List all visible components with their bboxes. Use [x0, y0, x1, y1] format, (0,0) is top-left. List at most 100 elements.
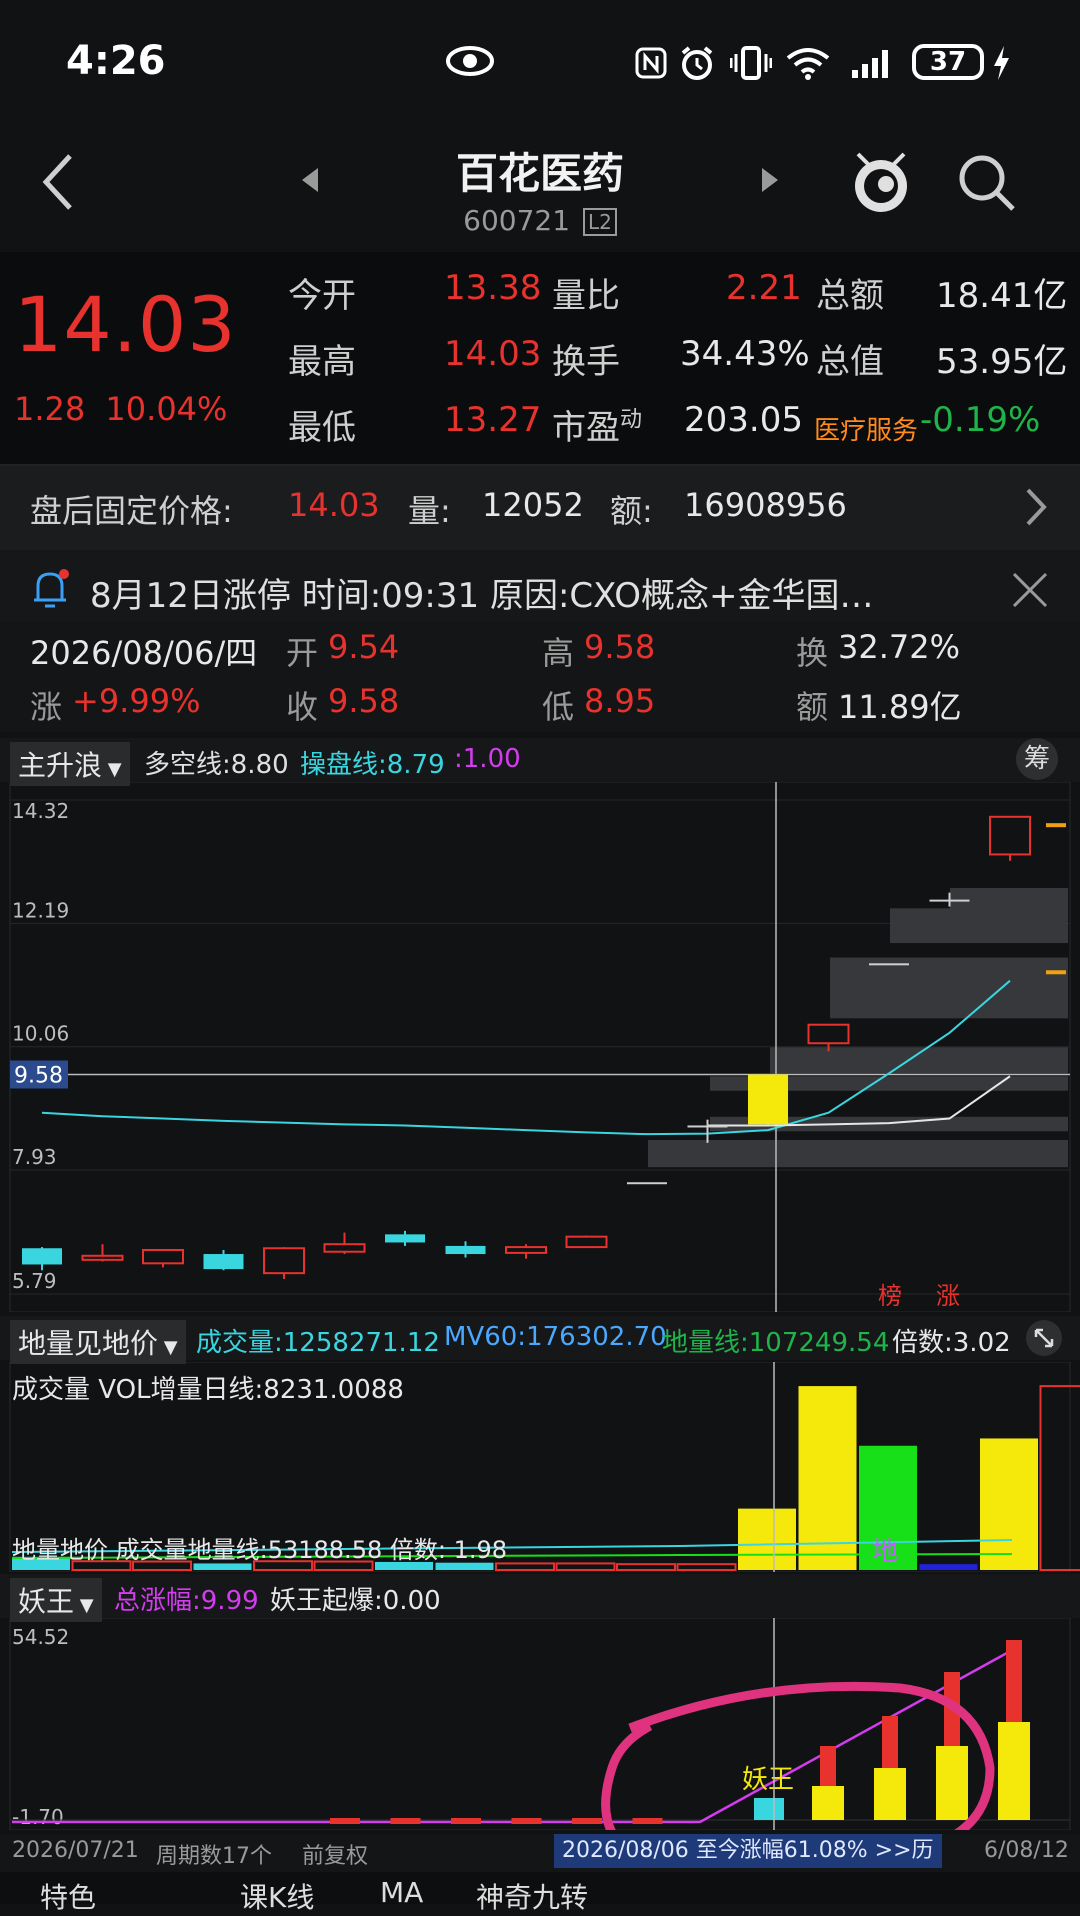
range-gain-link[interactable]: 2026/08/06 至今涨幅61.08% >>历 [554, 1834, 942, 1868]
candle-body [22, 1248, 62, 1264]
kline-low: 8.95 [584, 682, 655, 720]
chart-footer: 2026/07/21 周期数17个 前复权 2026/08/06 至今涨幅61.… [0, 1834, 1080, 1872]
candle-body [990, 817, 1030, 855]
volume-overlay-text-2: 地量地价 成交量地量线:53188.58 倍数: 1.98 [12, 1536, 507, 1564]
volume-bar [920, 1564, 978, 1570]
sector-name[interactable]: 医疗服务 [814, 410, 918, 447]
mv60-value: MV60:176302.70 [444, 1322, 667, 1352]
close-icon[interactable] [1010, 570, 1050, 610]
pe-superscript: 动 [620, 408, 642, 433]
yao-indicator-bar: 妖王 ▼ 总涨幅:9.99 妖王起爆:0.00 [0, 1574, 1080, 1618]
dropdown-icon: ▼ [102, 759, 122, 780]
volume-indicator-bar: 地量见地价 ▼ 成交量:1258271.12 MV60:176302.70 地量… [0, 1316, 1080, 1360]
kline-high-label: 高 [542, 628, 574, 674]
next-stock-icon[interactable] [758, 164, 782, 196]
kline-low-label: 低 [542, 682, 574, 728]
total-gain-value: 9.99 [201, 1586, 259, 1616]
yao-burst: 妖王起爆:0.00 [270, 1580, 441, 1617]
main-indicator-selector[interactable]: 主升浪 ▼ [10, 742, 130, 786]
high-marker [1046, 823, 1066, 827]
yao-yellow-bar [874, 1768, 906, 1820]
amount-value: 18.41亿 [936, 268, 1067, 317]
volume-overlay-text: 成交量 VOL增量日线:8231.0088 [12, 1375, 404, 1405]
after-hours-price: 14.03 [288, 486, 380, 524]
high-value: 14.03 [444, 334, 541, 374]
turnover-label: 换手 [552, 334, 620, 383]
low-value: 13.27 [444, 400, 541, 440]
yao-burst-label: 妖王起爆: [270, 1586, 383, 1616]
yao-small-bar [451, 1818, 481, 1824]
yao-red-bar [1006, 1640, 1022, 1722]
volume-chart[interactable]: 成交量 VOL增量日线:8231.0088 地量地价 成交量地量线:53188.5… [0, 1362, 1080, 1572]
yao-chart[interactable]: 54.52-1.70妖王 [0, 1618, 1080, 1830]
adjust-mode[interactable]: 前复权 [302, 1838, 368, 1870]
period-count: 周期数17个 [156, 1838, 272, 1870]
kline-chg: +9.99% [72, 682, 200, 720]
chip-bar [950, 888, 1068, 909]
volume-number: 1258271.12 [283, 1328, 440, 1358]
chip-bar [770, 1047, 1068, 1073]
volume-bar [194, 1563, 252, 1570]
stock-code-text: 600721 [463, 204, 570, 237]
alert-text: 8月12日涨停 时间:09:31 原因:CXO概念+金华国… [90, 568, 874, 617]
bang-label: 榜 [878, 1282, 902, 1310]
yao-yellow-bar [812, 1786, 844, 1820]
last-price: 14.03 [14, 280, 237, 369]
main-indicator-bar: 主升浪 ▼ 多空线:8.80 操盘线:8.79 :1.00 筹 [0, 738, 1080, 782]
after-hours-bar[interactable]: 盘后固定价格: 14.03 量: 12052 额: 16908956 [0, 464, 1080, 550]
crosshair-price-label: 9.58 [14, 1064, 63, 1089]
pe-value: 203.05 [684, 400, 803, 440]
y-tick-label: 54.52 [12, 1625, 69, 1649]
stock-code: 600721 L2 [0, 204, 1080, 237]
battery-level: 37 [912, 44, 984, 80]
mult-number: 3.02 [953, 1328, 1011, 1358]
yao-small-bar [391, 1818, 421, 1824]
sector-change: -0.19% [920, 400, 1040, 440]
volume-indicator-selector[interactable]: 地量见地价 ▼ [10, 1320, 186, 1364]
cp-value: 8.79 [387, 750, 445, 780]
ratio-value: :1.00 [454, 744, 521, 774]
after-hours-label: 盘后固定价格: [30, 486, 233, 532]
yao-mark-label: 妖王 [742, 1765, 794, 1795]
after-hours-amt: 16908956 [684, 486, 847, 524]
yao-indicator-selector[interactable]: 妖王 ▼ [10, 1578, 102, 1622]
kline-turnover-label: 换 [796, 628, 828, 674]
bottom-tab-bar: 特色 课K线 MA 神奇九转 [0, 1872, 1080, 1904]
expand-icon[interactable] [1026, 1320, 1062, 1356]
volume-bar [557, 1563, 615, 1570]
open-value: 13.38 [444, 268, 541, 308]
tab-kline[interactable]: 课K线 [240, 1876, 314, 1916]
tab-feature[interactable]: 特色 [40, 1876, 96, 1916]
tab-nine-turn[interactable]: 神奇九转 [476, 1876, 588, 1916]
search-icon[interactable] [956, 152, 1018, 214]
kline-detail-panel: 2026/08/06/四 开 9.54 高 9.58 换 32.72% 涨 +9… [0, 622, 1080, 732]
vibrate-icon [730, 44, 772, 82]
yao-cyan-bar [754, 1798, 784, 1820]
chevron-right-icon [1024, 486, 1048, 528]
kline-chart[interactable]: 14.3212.1910.067.935.799.58榜涨 [0, 782, 1080, 1312]
y-tick-label: 12.19 [12, 898, 69, 922]
yao-small-bar [512, 1818, 542, 1824]
volume-bar [980, 1438, 1038, 1570]
stock-name: 百花医药 [0, 140, 1080, 201]
candle-body [385, 1234, 425, 1242]
main-indicator-name: 主升浪 [18, 749, 102, 782]
wifi-icon [786, 46, 830, 80]
volume-bar [678, 1564, 736, 1570]
yao-yellow-bar [936, 1746, 968, 1820]
candle-body [567, 1237, 607, 1247]
change-value: 1.28 [14, 390, 85, 428]
limit-up-alert[interactable]: 8月12日涨停 时间:09:31 原因:CXO概念+金华国… [0, 550, 1080, 630]
open-label: 今开 [288, 268, 356, 317]
annotation-circle [606, 1686, 990, 1830]
tab-ma[interactable]: MA [380, 1876, 423, 1909]
kline-close-label: 收 [286, 682, 318, 728]
candle-body [627, 1182, 667, 1184]
mascot-icon[interactable] [850, 148, 912, 216]
candle-body [204, 1254, 244, 1269]
total-gain-label: 总涨幅: [114, 1586, 201, 1616]
candle-body [809, 1025, 849, 1044]
candle-body [506, 1247, 546, 1253]
kline-open-label: 开 [286, 628, 318, 674]
chip-button[interactable]: 筹 [1016, 738, 1058, 780]
